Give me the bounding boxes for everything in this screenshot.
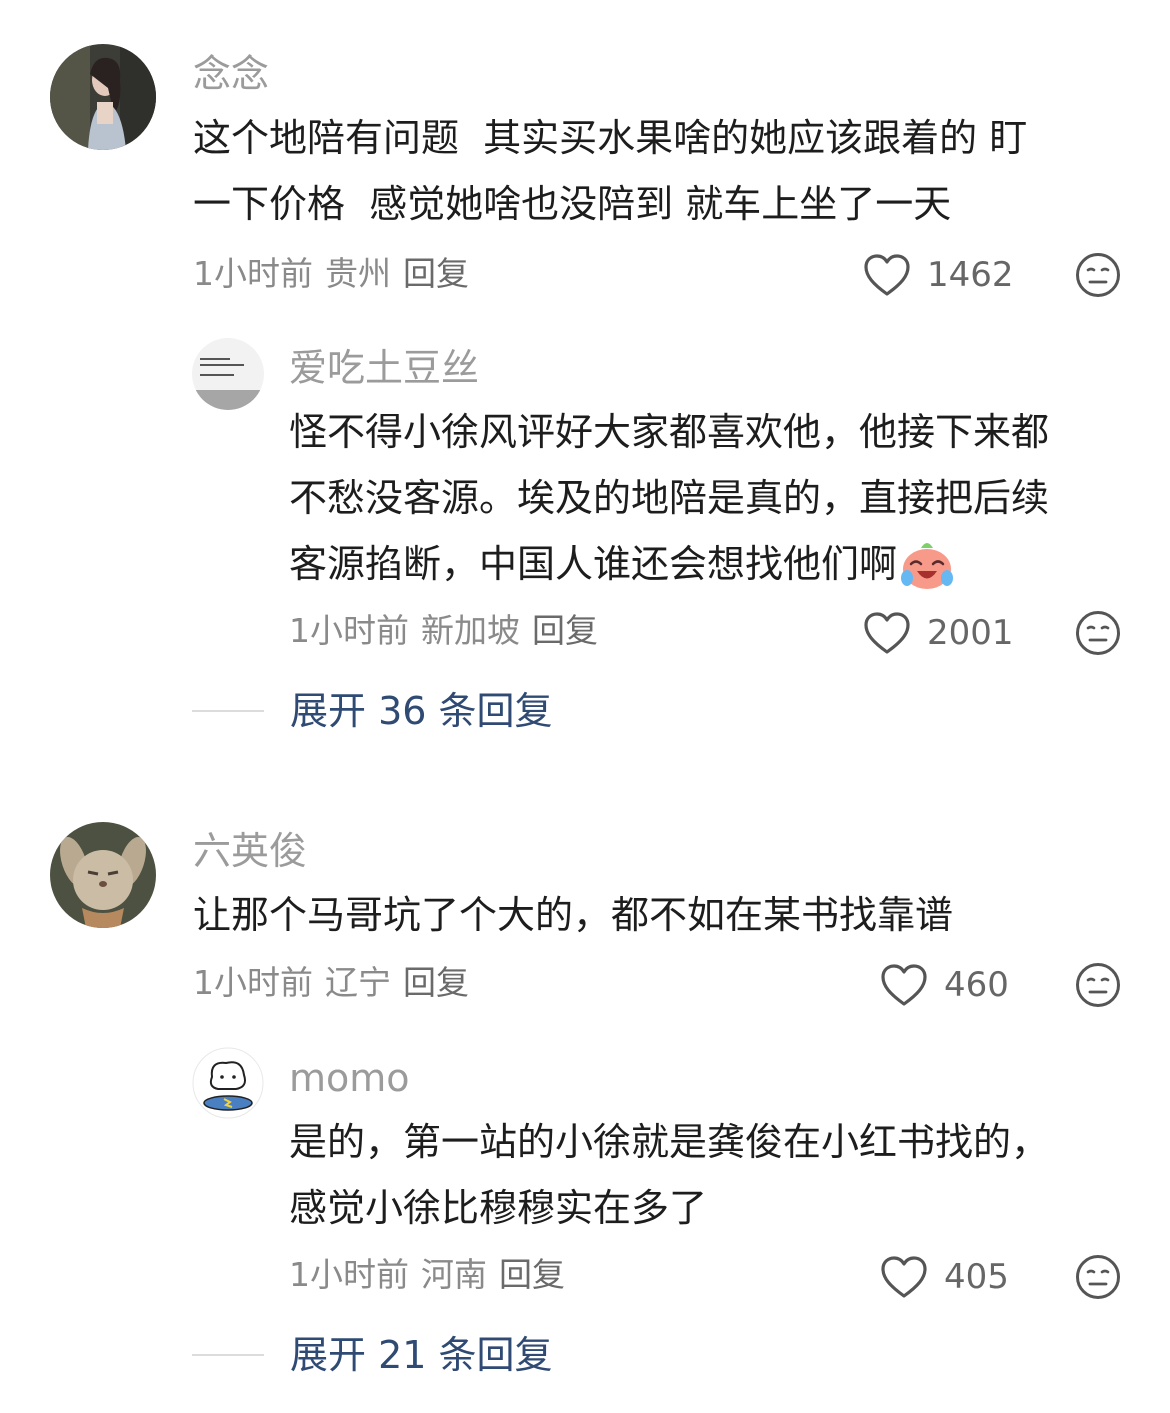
heart-icon — [880, 963, 928, 1007]
comment-meta: 1小时前 辽宁 回复 — [193, 966, 481, 999]
heart-icon — [863, 611, 911, 655]
dislike-face-icon[interactable] — [1075, 962, 1121, 1008]
reply-meta: 1小时前 新加坡 回复 — [289, 614, 610, 647]
expand-replies-label: 展开 36 条回复 — [290, 689, 553, 733]
reply-button[interactable]: 回复 — [499, 1255, 565, 1294]
comment-text-line: 让那个马哥坑了个大的，都不如在某书找靠谱 — [193, 893, 954, 937]
dislike-face-icon[interactable] — [1075, 1254, 1121, 1300]
comment-location: 贵州 — [325, 254, 391, 293]
like-count: 2001 — [927, 613, 1014, 653]
comment-time: 1小时前 — [193, 963, 313, 1002]
comment-text-line: 一下价格 感觉她啥也没陪到 就车上坐了一天 — [193, 182, 952, 226]
reply-text: 怪不得小徐风评好大家都喜欢他，他接下来都 不愁没客源。埃及的地陪是真的，直接把后… — [289, 399, 1139, 597]
like-count: 405 — [944, 1257, 1009, 1297]
comment-username[interactable]: 六英俊 — [193, 832, 307, 870]
comment-username[interactable]: 念念 — [193, 55, 269, 93]
like-count: 460 — [944, 965, 1009, 1005]
comment-text: 让那个马哥坑了个大的，都不如在某书找靠谱 — [193, 882, 1153, 948]
like-count: 1462 — [927, 255, 1014, 295]
crying-laughing-emoji-icon — [901, 543, 954, 589]
comment-time: 1小时前 — [193, 254, 313, 293]
heart-icon — [880, 1255, 928, 1299]
comment-meta: 1小时前 贵州 回复 — [193, 257, 481, 290]
expand-replies-button[interactable]: 展开 36 条回复 — [192, 692, 553, 730]
reply-text-line: 客源掐断，中国人谁还会想找他们啊 — [289, 531, 1139, 597]
like-button[interactable]: 2001 — [863, 611, 1014, 655]
text-card-avatar-icon — [192, 338, 264, 410]
cartoon-rabbit-avatar-icon — [50, 822, 156, 928]
reply-text-line: 怪不得小徐风评好大家都喜欢他，他接下来都 — [289, 410, 1050, 454]
expand-replies-label: 展开 21 条回复 — [290, 1333, 553, 1377]
expand-replies-button[interactable]: 展开 21 条回复 — [192, 1336, 553, 1374]
reply-text: 是的，第一站的小徐就是龚俊在小红书找的， 感觉小徐比穆穆实在多了 — [289, 1109, 1139, 1241]
reply-location: 新加坡 — [421, 611, 520, 650]
cartoon-dog-surfboard-avatar-icon — [192, 1047, 264, 1119]
reply-text-line: 是的，第一站的小徐就是龚俊在小红书找的， — [289, 1120, 1050, 1164]
like-button[interactable]: 460 — [880, 963, 1009, 1007]
reply-meta: 1小时前 河南 回复 — [289, 1258, 577, 1291]
woman-portrait-avatar-icon — [50, 44, 156, 150]
reply-button[interactable]: 回复 — [403, 963, 469, 1002]
comment-text-line: 这个地陪有问题 其实买水果啥的她应该跟着的 盯 — [193, 116, 1028, 160]
reply-time: 1小时前 — [289, 1255, 409, 1294]
heart-icon — [863, 253, 911, 297]
avatar[interactable] — [50, 44, 156, 150]
reply-username[interactable]: 爱吃土豆丝 — [289, 349, 479, 387]
like-button[interactable]: 405 — [880, 1255, 1009, 1299]
reply-location: 河南 — [421, 1255, 487, 1294]
dislike-face-icon[interactable] — [1075, 610, 1121, 656]
reply-time: 1小时前 — [289, 611, 409, 650]
divider — [192, 1354, 264, 1356]
reply-text-line: 不愁没客源。埃及的地陪是真的，直接把后续 — [289, 476, 1050, 520]
reply-text-line: 感觉小徐比穆穆实在多了 — [289, 1186, 708, 1230]
comment-location: 辽宁 — [325, 963, 391, 1002]
avatar[interactable] — [192, 1047, 264, 1119]
like-button[interactable]: 1462 — [863, 253, 1014, 297]
comment-text: 这个地陪有问题 其实买水果啥的她应该跟着的 盯 一下价格 感觉她啥也没陪到 就车… — [193, 105, 1153, 237]
reply-username[interactable]: momo — [289, 1059, 410, 1097]
reply-button[interactable]: 回复 — [532, 611, 598, 650]
avatar[interactable] — [192, 338, 264, 410]
avatar[interactable] — [50, 822, 156, 928]
reply-text-segment: 客源掐断，中国人谁还会想找他们啊 — [289, 542, 898, 586]
divider — [192, 710, 264, 712]
reply-button[interactable]: 回复 — [403, 254, 469, 293]
dislike-face-icon[interactable] — [1075, 252, 1121, 298]
